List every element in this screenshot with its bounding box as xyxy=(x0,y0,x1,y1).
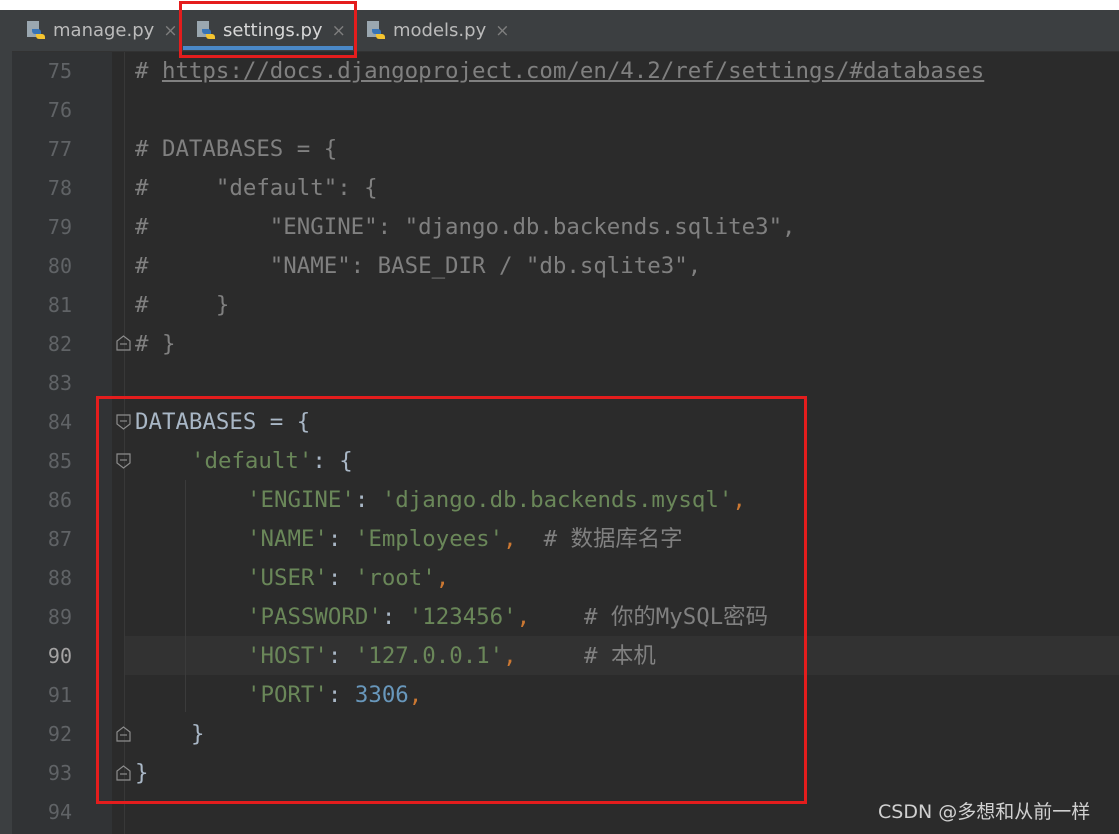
line-number: 93 xyxy=(47,761,72,785)
line-number: 81 xyxy=(47,293,72,317)
comment: # xyxy=(135,58,162,84)
tab-label: models.py xyxy=(393,20,487,41)
dict-value: '123456' xyxy=(408,604,517,630)
line-number: 78 xyxy=(47,176,72,200)
line-number: 91 xyxy=(47,683,72,707)
comment-link[interactable]: https://docs.djangoproject.com/en/4.2/re… xyxy=(162,58,984,84)
dict-key: 'HOST' xyxy=(247,643,328,669)
line-number: 80 xyxy=(47,254,72,278)
code-comma: , xyxy=(435,565,450,591)
fold-start-icon[interactable] xyxy=(116,453,131,469)
line-number: 92 xyxy=(47,722,72,746)
code-punct: : xyxy=(327,682,355,708)
comment: # 你的MySQL密码 xyxy=(530,604,768,630)
code-line-87: 'NAME': 'Employees', # 数据库名字 xyxy=(247,520,683,559)
fold-end-icon[interactable] xyxy=(116,765,131,781)
line-number: 82 xyxy=(47,332,72,356)
dict-key: 'ENGINE' xyxy=(247,487,355,513)
code-punct: : xyxy=(381,604,409,630)
python-file-icon xyxy=(27,20,45,39)
left-tool-strip xyxy=(0,10,12,834)
code-line-89: 'PASSWORD': '123456', # 你的MySQL密码 xyxy=(247,598,768,637)
comment: # 数据库名字 xyxy=(516,526,683,552)
tab-settings-py[interactable]: settings.py × xyxy=(196,10,346,51)
code-line-75: # https://docs.djangoproject.com/en/4.2/… xyxy=(135,52,984,91)
line-number: 86 xyxy=(47,488,72,512)
dict-value-number: 3306 xyxy=(354,682,409,708)
line-number: 75 xyxy=(47,59,72,83)
close-icon[interactable]: × xyxy=(163,21,177,41)
code-line-91: 'PORT': 3306, xyxy=(247,676,422,715)
indent-guide xyxy=(185,480,186,712)
close-icon[interactable]: × xyxy=(495,21,509,41)
code-line-90: 'HOST': '127.0.0.1', # 本机 xyxy=(247,637,656,676)
editor-tab-bar: manage.py × settings.py × models.py × xyxy=(0,10,1119,52)
line-number: 85 xyxy=(47,449,72,473)
python-file-icon xyxy=(197,20,215,39)
code-line-78: # "default": { xyxy=(135,175,378,201)
comment: # 本机 xyxy=(516,643,656,669)
code-comma: , xyxy=(516,604,531,630)
code-line-84: DATABASES = { xyxy=(135,409,311,435)
watermark: CSDN @多想和从前一样 xyxy=(878,801,1091,823)
line-number: 77 xyxy=(47,137,72,161)
dict-key: 'NAME' xyxy=(247,526,328,552)
tab-models-py[interactable]: models.py × xyxy=(366,10,509,51)
fold-end-icon[interactable] xyxy=(116,335,131,351)
line-number: 94 xyxy=(47,800,72,824)
code-line-80: # "NAME": BASE_DIR / "db.sqlite3", xyxy=(135,253,702,279)
code-punct: : xyxy=(327,643,355,669)
code-comma: , xyxy=(732,487,746,513)
line-number: 87 xyxy=(47,527,72,551)
line-number: 76 xyxy=(47,98,72,122)
line-number: 79 xyxy=(47,215,72,239)
screenshot-top-margin xyxy=(0,0,1119,10)
dict-value: '127.0.0.1' xyxy=(354,643,504,669)
dict-key: 'PORT' xyxy=(247,682,328,708)
code-line-81: # } xyxy=(135,292,230,318)
active-tab-indicator xyxy=(183,46,353,50)
code-punct: : xyxy=(354,487,382,513)
python-file-icon xyxy=(367,20,385,39)
line-number: 89 xyxy=(47,605,72,629)
fold-end-icon[interactable] xyxy=(116,726,131,742)
dict-key: 'PASSWORD' xyxy=(247,604,382,630)
code-line-77: # DATABASES = { xyxy=(135,136,338,162)
line-number: 84 xyxy=(47,410,72,434)
line-number-current: 90 xyxy=(47,644,72,668)
code-line-79: # "ENGINE": "django.db.backends.sqlite3"… xyxy=(135,214,796,240)
gutter-separator xyxy=(124,52,125,834)
code-comma: , xyxy=(503,643,517,669)
code-comma: , xyxy=(503,526,517,552)
code-line-88: 'USER': 'root', xyxy=(247,559,449,598)
code-line-93: } xyxy=(135,760,149,786)
line-number: 83 xyxy=(47,371,72,395)
dict-key: 'default' xyxy=(191,448,313,474)
code-line-92: } xyxy=(191,721,205,747)
code-line-86: 'ENGINE': 'django.db.backends.mysql', xyxy=(247,481,746,520)
tab-label: manage.py xyxy=(53,20,155,41)
code-punct: : { xyxy=(312,448,353,474)
line-number: 88 xyxy=(47,566,72,590)
dict-value: 'root' xyxy=(354,565,436,591)
close-icon[interactable]: × xyxy=(332,21,346,41)
tab-manage-py[interactable]: manage.py × xyxy=(26,10,178,51)
dict-key: 'USER' xyxy=(247,565,328,591)
dict-value: 'django.db.backends.mysql' xyxy=(381,487,733,513)
code-line-85: 'default': { xyxy=(191,442,353,481)
code-comma: , xyxy=(408,682,423,708)
dict-value: 'Employees' xyxy=(354,526,504,552)
code-punct: : xyxy=(327,565,355,591)
code-punct: : xyxy=(327,526,355,552)
code-line-82: # } xyxy=(135,331,176,357)
tab-label: settings.py xyxy=(223,20,323,41)
fold-start-icon[interactable] xyxy=(116,414,131,430)
